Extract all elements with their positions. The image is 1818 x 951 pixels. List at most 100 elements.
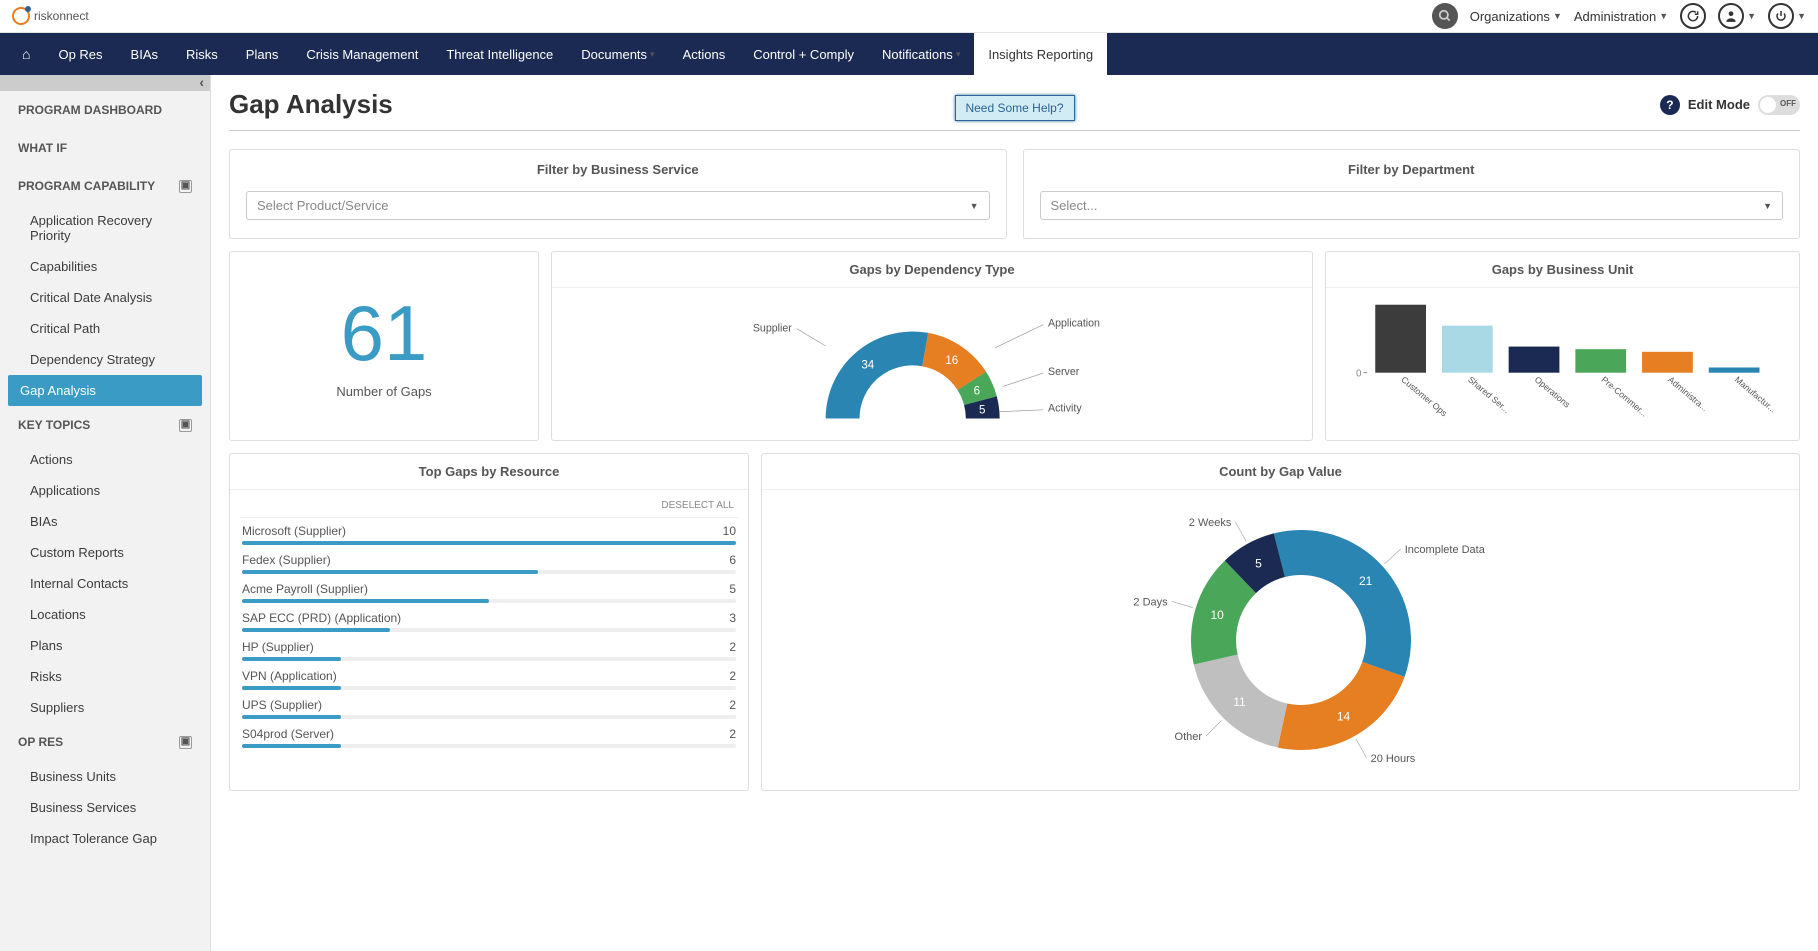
bar-label: Pre-Commer...: [1599, 374, 1649, 418]
sidebar-item-suppliers[interactable]: Suppliers: [0, 692, 210, 723]
nav-home[interactable]: ⌂: [8, 33, 44, 75]
sidebar-item-locations[interactable]: Locations: [0, 599, 210, 630]
gap-row-value: 6: [729, 553, 736, 567]
filter-service-select[interactable]: Select Product/Service ▼: [246, 191, 990, 220]
sidebar-collapse-toggle[interactable]: ‹: [0, 75, 210, 91]
expand-icon: ▣: [179, 736, 192, 749]
donut-label: 2 Days: [1133, 596, 1168, 608]
gap-bar-track: [242, 541, 736, 545]
bar-label: Customer Ops: [1399, 374, 1449, 418]
help-icon[interactable]: ?: [1660, 95, 1680, 115]
administration-menu[interactable]: Administration ▼: [1574, 9, 1668, 24]
widget-header: Count by Gap Value: [762, 454, 1799, 490]
bar-shared-ser-[interactable]: [1442, 326, 1493, 373]
organizations-menu[interactable]: Organizations ▼: [1470, 9, 1562, 24]
sidebar-section-program-capability[interactable]: PROGRAM CAPABILITY▣: [0, 167, 210, 205]
sidebar-item-gap-analysis[interactable]: Gap Analysis: [8, 375, 202, 406]
sidebar-item-bias[interactable]: BIAs: [0, 506, 210, 537]
home-icon: ⌂: [22, 46, 30, 62]
nav-item-actions[interactable]: Actions: [669, 33, 740, 75]
brand-name: riskonnect: [34, 9, 89, 23]
sidebar-item-internal-contacts[interactable]: Internal Contacts: [0, 568, 210, 599]
user-menu[interactable]: ▼: [1718, 3, 1756, 29]
refresh-icon[interactable]: [1680, 3, 1706, 29]
filter-department-select[interactable]: Select... ▼: [1040, 191, 1784, 220]
bar-operations[interactable]: [1509, 347, 1560, 373]
user-icon: [1718, 3, 1744, 29]
gap-bar-track: [242, 744, 736, 748]
power-menu[interactable]: ▼: [1768, 3, 1806, 29]
widget-number-of-gaps: 61 Number of Gaps: [229, 251, 539, 441]
gap-row[interactable]: SAP ECC (PRD) (Application)3: [240, 605, 738, 634]
nav-item-notifications[interactable]: Notifications▾: [868, 33, 974, 75]
bar-customer-ops[interactable]: [1375, 305, 1426, 373]
gap-row-value: 10: [723, 524, 736, 538]
sidebar-item-capabilities[interactable]: Capabilities: [0, 251, 210, 282]
sidebar-item-critical-date-analysis[interactable]: Critical Date Analysis: [0, 282, 210, 313]
nav-item-crisis-management[interactable]: Crisis Management: [292, 33, 432, 75]
sidebar-item-custom-reports[interactable]: Custom Reports: [0, 537, 210, 568]
widget-count-by-gap-value: Count by Gap Value 21Incomplete Data1420…: [761, 453, 1800, 791]
gap-row[interactable]: Fedex (Supplier)6: [240, 547, 738, 576]
sidebar-item-application-recovery-priority[interactable]: Application Recovery Priority: [0, 205, 210, 251]
top-bar: riskonnect Organizations ▼ Administratio…: [0, 0, 1818, 33]
gap-bar-track: [242, 599, 736, 603]
gauge-segment-supplier[interactable]: [826, 332, 929, 419]
sidebar-section-key-topics[interactable]: KEY TOPICS▣: [0, 406, 210, 444]
nav-item-plans[interactable]: Plans: [232, 33, 293, 75]
sidebar-item-applications[interactable]: Applications: [0, 475, 210, 506]
gap-row[interactable]: Acme Payroll (Supplier)5: [240, 576, 738, 605]
gap-row[interactable]: HP (Supplier)2: [240, 634, 738, 663]
donut-label: 2 Weeks: [1188, 517, 1231, 529]
gap-row[interactable]: UPS (Supplier)2: [240, 692, 738, 721]
bar-administra-[interactable]: [1642, 352, 1693, 373]
donut-segment-incomplete-data[interactable]: [1273, 530, 1410, 677]
nav-item-control-comply[interactable]: Control + Comply: [739, 33, 868, 75]
sidebar-section-op-res[interactable]: OP RES▣: [0, 723, 210, 761]
search-icon[interactable]: [1432, 3, 1458, 29]
sidebar-section-program-dashboard[interactable]: PROGRAM DASHBOARD: [0, 91, 210, 129]
gap-row[interactable]: S04prod (Server)2: [240, 721, 738, 750]
sidebar-item-impact-tolerance-gap[interactable]: Impact Tolerance Gap: [0, 823, 210, 854]
bar-pre-commer-[interactable]: [1575, 349, 1626, 373]
top-gaps-list: DESELECT ALL Microsoft (Supplier)10Fedex…: [230, 490, 748, 754]
gauge-label: Server: [1048, 366, 1080, 378]
bar-manufactur-[interactable]: [1709, 367, 1760, 372]
chevron-down-icon: ▼: [1797, 11, 1806, 21]
nav-item-risks[interactable]: Risks: [172, 33, 232, 75]
widget-header: Gaps by Dependency Type: [552, 252, 1312, 288]
nav-item-op-res[interactable]: Op Res: [44, 33, 116, 75]
sidebar-item-business-services[interactable]: Business Services: [0, 792, 210, 823]
gap-row-value: 2: [729, 640, 736, 654]
gap-row[interactable]: VPN (Application)2: [240, 663, 738, 692]
sidebar-item-dependency-strategy[interactable]: Dependency Strategy: [0, 344, 210, 375]
filter-panel-service: Filter by Business Service Select Produc…: [229, 149, 1007, 239]
nav-item-insights-reporting[interactable]: Insights Reporting: [974, 33, 1107, 75]
nav-item-bias[interactable]: BIAs: [117, 33, 172, 75]
widget-row-1: 61 Number of Gaps Gaps by Dependency Typ…: [229, 251, 1800, 441]
donut-segment--hours[interactable]: [1277, 662, 1404, 750]
gap-row-value: 5: [729, 582, 736, 596]
big-number-value: 61: [341, 294, 428, 372]
edit-mode-toggle[interactable]: OFF: [1758, 95, 1800, 115]
sidebar-item-critical-path[interactable]: Critical Path: [0, 313, 210, 344]
gauge-value: 5: [979, 403, 985, 416]
bar-label: Operations: [1533, 374, 1573, 410]
deselect-all-link[interactable]: DESELECT ALL: [240, 494, 738, 518]
help-button[interactable]: Need Some Help?: [954, 95, 1074, 121]
sidebar-item-business-units[interactable]: Business Units: [0, 761, 210, 792]
sidebar-item-plans[interactable]: Plans: [0, 630, 210, 661]
gap-bar-track: [242, 657, 736, 661]
gap-row[interactable]: Microsoft (Supplier)10: [240, 518, 738, 547]
nav-item-threat-intelligence[interactable]: Threat Intelligence: [432, 33, 567, 75]
administration-label: Administration: [1574, 9, 1656, 24]
sidebar-item-actions[interactable]: Actions: [0, 444, 210, 475]
widget-row-2: Top Gaps by Resource DESELECT ALL Micros…: [229, 453, 1800, 791]
gap-bar-fill: [242, 570, 538, 574]
widget-gaps-by-dependency-type: Gaps by Dependency Type 341665SupplierAp…: [551, 251, 1313, 441]
top-right-controls: Organizations ▼ Administration ▼ ▼ ▼: [1432, 3, 1806, 29]
sidebar-section-what-if[interactable]: WHAT IF: [0, 129, 210, 167]
nav-item-documents[interactable]: Documents▾: [567, 33, 668, 75]
gauge-label: Supplier: [753, 323, 792, 335]
sidebar-item-risks[interactable]: Risks: [0, 661, 210, 692]
